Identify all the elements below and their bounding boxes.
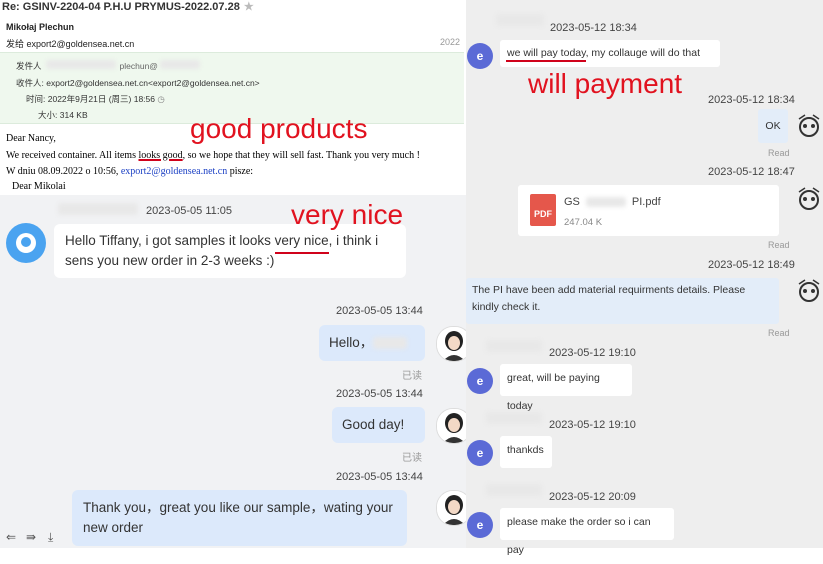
message-time: 2023-05-12 18:47 bbox=[708, 166, 795, 178]
meta-from: 发件人 plechun@ bbox=[16, 60, 200, 72]
annotation-good-products: good products bbox=[190, 113, 368, 144]
message-time: 2023-05-05 13:44 bbox=[336, 305, 423, 317]
redacted-block bbox=[159, 60, 200, 69]
redacted-name bbox=[486, 484, 542, 496]
message-bubble[interactable]: The PI have been add material requirment… bbox=[466, 278, 779, 324]
email-date-truncated: 2022 bbox=[440, 37, 461, 47]
highlight-looks-good: looks good bbox=[138, 150, 183, 161]
email-sender-name[interactable]: Mikołaj Plechun bbox=[6, 22, 74, 32]
redacted-name bbox=[496, 14, 544, 26]
robot-avatar-icon[interactable] bbox=[795, 113, 823, 141]
pdf-file-icon: PDF bbox=[530, 194, 556, 226]
meta-time: 时间: 2022年9月21日 (周三) 18:56 ◷ bbox=[26, 94, 165, 104]
highlight-will-pay: we will pay today bbox=[507, 47, 586, 59]
underline-very-nice bbox=[275, 252, 329, 254]
email-panel: Re: GSINV-2204-04 P.H.U PRYMUS-2022.07.2… bbox=[0, 0, 466, 195]
read-status: Read bbox=[768, 328, 790, 338]
email-greeting: Dear Nancy, bbox=[6, 133, 56, 144]
redacted-name bbox=[373, 337, 408, 350]
contact-avatar[interactable]: e bbox=[467, 43, 493, 69]
star-icon[interactable]: ★ bbox=[244, 1, 254, 13]
message-bubble[interactable]: Hello， bbox=[319, 325, 425, 361]
contact-avatar[interactable]: e bbox=[467, 368, 493, 394]
file-size: 247.04 K bbox=[564, 217, 603, 228]
annotation-very-nice: very nice bbox=[291, 199, 404, 230]
message-bubble[interactable]: OK bbox=[758, 109, 788, 143]
meta-to: 收件人: export2@goldensea.net.cn<export2@go… bbox=[16, 78, 260, 88]
message-bubble[interactable]: Thank you，great you like our sample，wati… bbox=[72, 490, 407, 546]
message-time: 2023-05-05 13:44 bbox=[336, 388, 423, 400]
robot-avatar-icon[interactable] bbox=[795, 278, 823, 306]
message-bubble[interactable]: Hello Tiffany, i got samples it looks ve… bbox=[54, 224, 406, 278]
message-time: 2023-05-05 13:44 bbox=[336, 471, 423, 483]
message-time: 2023-05-12 18:34 bbox=[708, 94, 795, 106]
annotation-will-payment: will payment bbox=[528, 68, 683, 99]
email-link[interactable]: export2@goldensea.net.cn bbox=[121, 166, 227, 177]
robot-avatar-icon[interactable] bbox=[795, 186, 823, 214]
message-bubble[interactable]: great, will be paying today bbox=[500, 364, 632, 412]
clock-icon: ◷ bbox=[157, 94, 165, 104]
message-time: 2023-05-12 19:10 bbox=[549, 419, 636, 431]
contact-avatar[interactable] bbox=[6, 223, 46, 263]
redacted-block bbox=[585, 197, 626, 208]
contact-avatar[interactable]: e bbox=[467, 512, 493, 538]
redacted-name bbox=[486, 412, 542, 424]
read-status: Read bbox=[768, 240, 790, 250]
redacted-block bbox=[45, 60, 116, 69]
email-body-line2: W dniu 08.09.2022 o 10:56, export2@golde… bbox=[6, 166, 254, 177]
email-body-line1: We received container. All items looks g… bbox=[6, 150, 420, 161]
message-bubble[interactable]: Good day! bbox=[332, 407, 425, 443]
email-subject: Re: GSINV-2204-04 P.H.U PRYMUS-2022.07.2… bbox=[2, 1, 254, 13]
download-icon[interactable]: ⤓ bbox=[48, 530, 53, 545]
email-sent-to: 发给 export2@goldensea.net.cn bbox=[6, 39, 135, 49]
highlight-very-nice: very nice bbox=[274, 233, 329, 248]
reply-icon[interactable]: ⇐ bbox=[6, 530, 16, 544]
file-name: GS PI.pdf bbox=[564, 196, 661, 208]
message-bubble[interactable]: please make the order so i can pay bbox=[500, 508, 674, 556]
read-status: 已读 bbox=[402, 371, 422, 382]
message-time: 2023-05-12 20:09 bbox=[549, 491, 636, 503]
message-bubble[interactable]: we will pay today, my collauge will do t… bbox=[500, 40, 720, 67]
message-time: 2023-05-12 18:34 bbox=[550, 22, 637, 34]
message-bubble[interactable]: thankds bbox=[500, 436, 552, 468]
message-time: 2023-05-12 19:10 bbox=[549, 347, 636, 359]
email-body-line3: Dear Mikolai bbox=[12, 181, 66, 192]
message-time: 2023-05-12 18:49 bbox=[708, 259, 795, 271]
redacted-name bbox=[486, 340, 542, 352]
underline-will-pay bbox=[506, 60, 586, 62]
contact-avatar[interactable]: e bbox=[467, 440, 493, 466]
left-chat-panel: 2023-05-05 11:05 Hello Tiffany, i got sa… bbox=[0, 195, 472, 548]
file-attachment[interactable]: PDF GS PI.pdf 247.04 K bbox=[518, 185, 779, 236]
message-time: 2023-05-05 11:05 bbox=[146, 205, 233, 217]
meta-size: 大小: 314 KB bbox=[38, 110, 88, 120]
read-status: Read bbox=[768, 148, 790, 158]
forward-icon[interactable]: ⇛ bbox=[26, 530, 36, 544]
read-status: 已读 bbox=[402, 453, 422, 464]
redacted-name bbox=[58, 203, 138, 215]
